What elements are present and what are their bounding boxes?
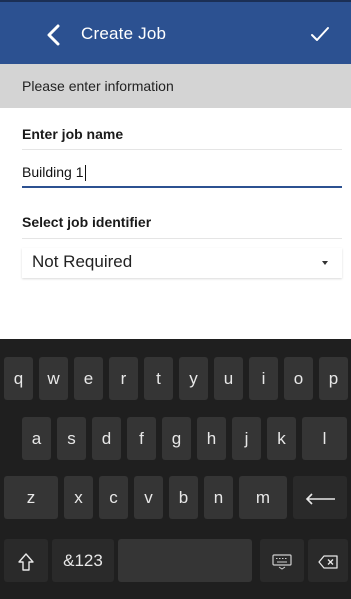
job-identifier-select[interactable]: Not Required (22, 248, 342, 278)
key-y[interactable]: y (179, 357, 208, 400)
enter-key[interactable] (293, 476, 347, 519)
job-identifier-label: Select job identifier (22, 214, 152, 230)
key-r[interactable]: r (109, 357, 138, 400)
page-title: Create Job (81, 24, 167, 43)
divider (22, 238, 342, 239)
keyboard-icon (272, 553, 292, 570)
key-t[interactable]: t (144, 357, 173, 400)
key-l[interactable]: l (302, 417, 347, 460)
key-s[interactable]: s (57, 417, 86, 460)
key-i[interactable]: i (249, 357, 278, 400)
key-o[interactable]: o (284, 357, 313, 400)
keyboard-switch-key[interactable] (260, 539, 304, 582)
dropdown-arrow-icon (322, 261, 328, 265)
key-j[interactable]: j (232, 417, 261, 460)
key-x[interactable]: x (64, 476, 93, 519)
info-banner: Please enter information (0, 64, 351, 108)
app-header: Create Job (0, 0, 351, 64)
key-k[interactable]: k (267, 417, 296, 460)
job-name-input[interactable]: Building 1 (22, 158, 342, 188)
backspace-icon (318, 554, 338, 569)
shift-icon (18, 552, 34, 571)
key-m[interactable]: m (239, 476, 287, 519)
key-z[interactable]: z (4, 476, 58, 519)
job-name-value: Building 1 (22, 164, 84, 180)
symbols-key[interactable]: &123 (52, 539, 114, 582)
key-d[interactable]: d (92, 417, 121, 460)
soft-keyboard: q w e r t y u i o p a s d f g h j k l z … (0, 339, 351, 599)
chevron-left-icon[interactable] (44, 24, 64, 46)
key-u[interactable]: u (214, 357, 243, 400)
selected-value: Not Required (32, 252, 133, 271)
key-w[interactable]: w (39, 357, 68, 400)
shift-key[interactable] (4, 539, 48, 582)
space-key[interactable] (118, 539, 252, 582)
job-name-label: Enter job name (22, 126, 124, 142)
divider (22, 149, 342, 150)
key-c[interactable]: c (99, 476, 128, 519)
key-a[interactable]: a (22, 417, 51, 460)
check-icon[interactable] (310, 24, 330, 44)
key-g[interactable]: g (162, 417, 191, 460)
text-caret (84, 165, 86, 182)
key-n[interactable]: n (204, 476, 233, 519)
key-p[interactable]: p (319, 357, 348, 400)
backspace-key[interactable] (308, 539, 348, 582)
key-e[interactable]: e (74, 357, 103, 400)
key-v[interactable]: v (134, 476, 163, 519)
key-f[interactable]: f (127, 417, 156, 460)
key-b[interactable]: b (169, 476, 198, 519)
key-h[interactable]: h (197, 417, 226, 460)
enter-icon (305, 492, 335, 505)
key-q[interactable]: q (4, 357, 33, 400)
